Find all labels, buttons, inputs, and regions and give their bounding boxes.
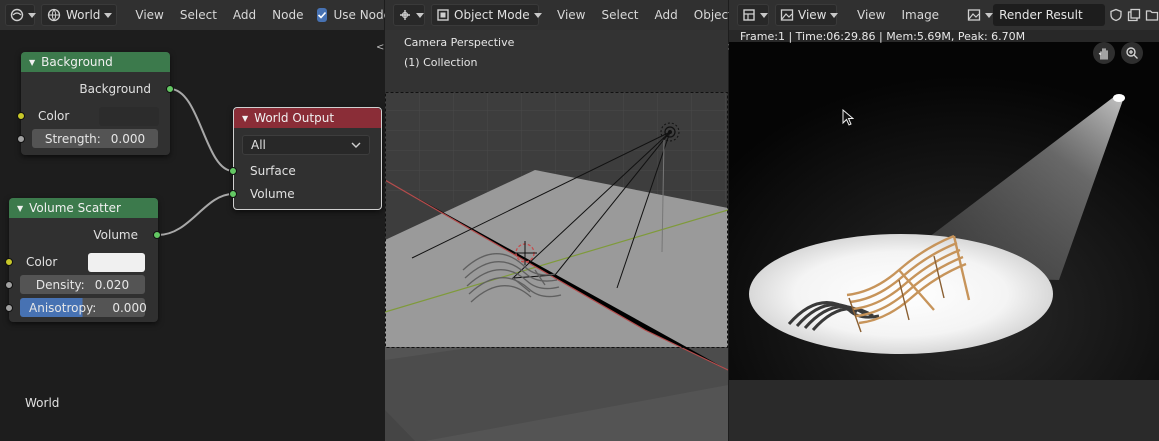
background-color-swatch[interactable]: [99, 107, 159, 126]
scatter-color-label: Color: [26, 255, 58, 269]
density-socket[interactable]: [5, 281, 13, 289]
image-browse-icon: [967, 7, 981, 23]
collapse-icon[interactable]: ▼: [242, 114, 248, 123]
world-selector-label: World: [66, 8, 101, 22]
image-editor-icon: [742, 7, 756, 23]
editor-type-selector[interactable]: [5, 4, 36, 26]
menu-add[interactable]: Add: [225, 0, 264, 30]
strength-socket[interactable]: [17, 135, 25, 143]
mouse-cursor-icon: [842, 108, 855, 130]
world-output-node[interactable]: ▼ World Output All Surface Volume: [233, 107, 382, 210]
context-label: World: [25, 396, 60, 410]
viewport-editor-type-selector[interactable]: [393, 4, 425, 26]
anisotropy-socket[interactable]: [5, 304, 13, 312]
background-color-label: Color: [38, 109, 70, 123]
collection-label: (1) Collection: [404, 56, 478, 69]
world-output-node-header[interactable]: ▼ World Output: [234, 108, 381, 128]
folder-icon[interactable]: [1145, 7, 1159, 23]
scatter-color-swatch[interactable]: [88, 253, 145, 272]
volume-scatter-node[interactable]: ▼ Volume Scatter Volume Color Density: 0…: [9, 198, 158, 322]
volume-output-label: Volume: [93, 228, 138, 242]
background-node-header[interactable]: ▼ Background: [21, 52, 170, 72]
shield-icon[interactable]: [1109, 7, 1123, 23]
viewport-menu-select[interactable]: Select: [593, 0, 646, 30]
render-result-field[interactable]: Render Result: [993, 4, 1105, 26]
volume-input-label: Volume: [250, 187, 295, 201]
use-nodes-checkbox[interactable]: [317, 8, 328, 22]
camera-label: Camera Perspective: [404, 36, 515, 49]
editor-type-icon: [10, 7, 24, 23]
image-browse-button[interactable]: [963, 4, 994, 26]
volume-output-socket[interactable]: [153, 231, 161, 239]
node-editor-header: World View Select Add Node Use Nodes: [0, 0, 397, 30]
menu-view[interactable]: View: [127, 0, 171, 30]
density-field[interactable]: Density: 0.020: [20, 275, 145, 294]
object-mode-icon: [436, 7, 450, 23]
collapse-icon[interactable]: ▼: [29, 58, 35, 67]
menu-node[interactable]: Node: [264, 0, 311, 30]
anisotropy-field[interactable]: Anisotropy: 0.000: [20, 298, 147, 317]
background-node-title: Background: [41, 55, 113, 69]
duplicate-icon[interactable]: [1127, 7, 1141, 23]
world-selector[interactable]: World: [41, 4, 118, 26]
surface-input-socket[interactable]: [229, 167, 237, 175]
viewport-scene: [385, 30, 728, 441]
scatter-color-socket[interactable]: [5, 258, 13, 266]
chevron-down-icon: [351, 138, 361, 152]
node-editor[interactable]: ▼ Background Background Color Strength: …: [0, 30, 384, 441]
render-info: Frame:1 | Time:06:29.86 | Mem:5.69M, Pea…: [740, 30, 1026, 43]
image-editor-type-selector[interactable]: [737, 4, 769, 26]
volume-scatter-node-title: Volume Scatter: [29, 201, 121, 215]
background-output-socket[interactable]: [166, 85, 174, 93]
world-output-node-title: World Output: [254, 111, 335, 125]
viewport-menu-add[interactable]: Add: [647, 0, 686, 30]
viewport-menu-view[interactable]: View: [549, 0, 593, 30]
hand-icon[interactable]: [1093, 42, 1115, 64]
image-icon: [780, 7, 794, 23]
view-mode-label: View: [798, 8, 827, 22]
image-editor-header: View View Image Render Result: [729, 0, 1159, 30]
surface-input-label: Surface: [250, 164, 296, 178]
image-menu-view[interactable]: View: [849, 0, 893, 30]
strength-field[interactable]: Strength: 0.000: [32, 129, 158, 148]
image-editor[interactable]: Frame:1 | Time:06:29.86 | Mem:5.69M, Pea…: [729, 30, 1159, 441]
3d-viewport[interactable]: Camera Perspective (1) Collection: [385, 30, 728, 441]
viewport-header: Object Mode View Select Add Object: [385, 0, 733, 30]
render-image: [729, 42, 1159, 441]
volume-scatter-node-header[interactable]: ▼ Volume Scatter: [9, 198, 158, 218]
object-mode-selector[interactable]: Object Mode: [431, 4, 542, 26]
image-menu-image[interactable]: Image: [893, 0, 947, 30]
render-target-select[interactable]: All: [242, 135, 370, 155]
volume-input-socket[interactable]: [229, 190, 237, 198]
collapse-icon[interactable]: ▼: [17, 204, 23, 213]
zoom-icon[interactable]: [1121, 42, 1143, 64]
background-node[interactable]: ▼ Background Background Color Strength: …: [21, 52, 170, 155]
viewport-icon: [398, 7, 412, 23]
menu-select[interactable]: Select: [172, 0, 225, 30]
object-mode-label: Object Mode: [454, 8, 530, 22]
world-icon: [46, 7, 62, 23]
background-color-socket[interactable]: [17, 112, 25, 120]
background-output-label: Background: [79, 82, 151, 96]
view-mode-selector[interactable]: View: [775, 4, 839, 26]
